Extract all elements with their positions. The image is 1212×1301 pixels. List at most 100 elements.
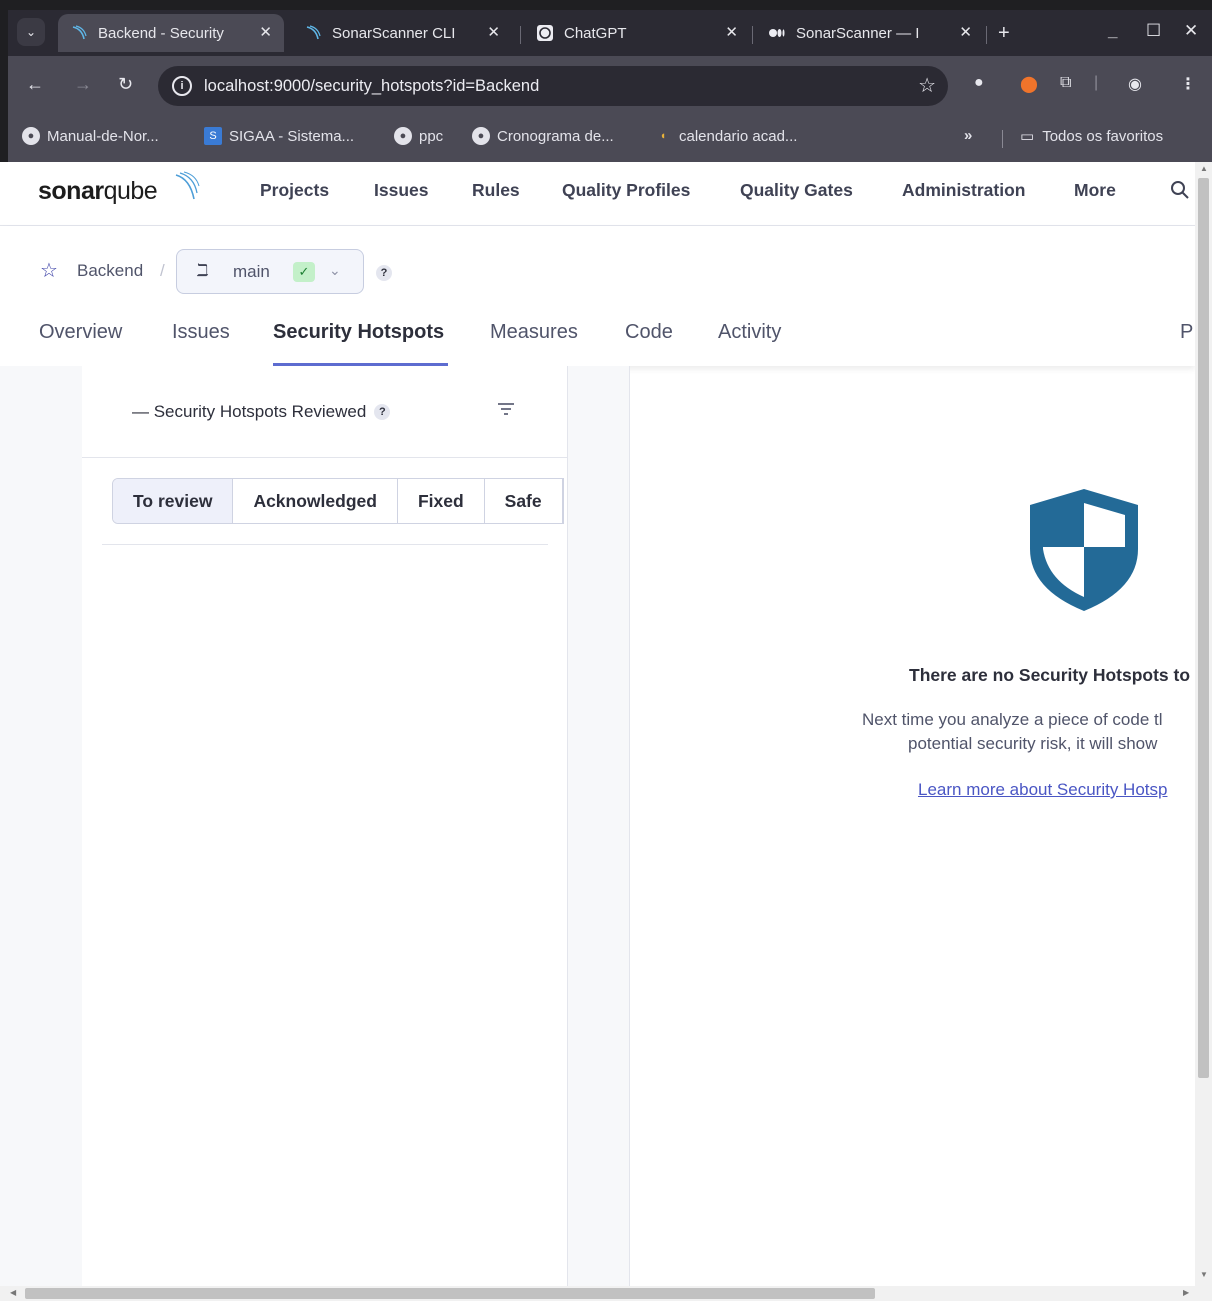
vertical-scroll-thumb[interactable]: [1198, 178, 1209, 1078]
filter-icon[interactable]: [496, 400, 516, 423]
sonar-waves-icon: [175, 171, 200, 200]
global-navigation: sonarqube Projects Issues Rules Quality …: [0, 162, 1195, 226]
extensions-puzzle-icon[interactable]: ⧉: [1060, 74, 1071, 92]
search-icon[interactable]: [1170, 180, 1190, 206]
scroll-up-arrow-icon[interactable]: ▲: [1200, 164, 1208, 173]
learn-more-link[interactable]: Learn more about Security Hotsp: [918, 780, 1167, 800]
tab-separator: [752, 26, 753, 44]
horizontal-scrollbar[interactable]: ◀ ▶: [0, 1286, 1212, 1301]
bookmark-star-icon[interactable]: ☆: [918, 73, 936, 98]
panel-gap: [568, 366, 630, 1286]
branch-selector[interactable]: ℶ main ✓ ⌄: [176, 249, 364, 294]
browser-menu-icon[interactable]: ⋮: [1180, 74, 1196, 94]
sonarqube-icon: [70, 24, 88, 42]
sigaa-icon: S: [204, 127, 222, 145]
divider: [82, 457, 568, 458]
browser-chrome: ⌄ Backend - Security ✕ SonarScanner CLI …: [0, 0, 1212, 162]
tab-separator: [520, 26, 521, 44]
filter-safe-button[interactable]: Safe: [484, 479, 563, 523]
favorite-star-icon[interactable]: ☆: [40, 258, 58, 283]
branch-icon: ℶ: [197, 261, 209, 280]
chatgpt-icon: [536, 24, 554, 42]
filter-to-review-button[interactable]: To review: [113, 479, 234, 523]
nav-quality-gates[interactable]: Quality Gates: [740, 180, 853, 201]
close-icon[interactable]: ✕: [725, 23, 738, 41]
window-close-icon[interactable]: ✕: [1184, 21, 1198, 41]
empty-state-description: Next time you analyze a piece of code tl: [862, 710, 1163, 729]
new-tab-button[interactable]: +: [998, 22, 1010, 45]
reload-icon[interactable]: ↻: [118, 74, 133, 95]
close-icon[interactable]: ✕: [259, 23, 272, 41]
tab-strip: ⌄ Backend - Security ✕ SonarScanner CLI …: [8, 10, 1212, 56]
chevron-down-icon: ⌄: [329, 262, 341, 278]
nav-rules[interactable]: Rules: [472, 180, 520, 201]
nav-projects[interactable]: Projects: [260, 180, 329, 201]
nav-issues[interactable]: Issues: [374, 180, 428, 201]
tab-separator: [986, 26, 987, 44]
scroll-down-arrow-icon[interactable]: ▼: [1200, 1270, 1208, 1279]
quality-gate-passed-icon: ✓: [293, 262, 315, 282]
tab-chatgpt[interactable]: ChatGPT ✕: [524, 14, 750, 52]
site-info-icon[interactable]: i: [172, 76, 192, 96]
help-icon[interactable]: ?: [376, 265, 392, 281]
bookmarks-overflow-button[interactable]: »: [964, 127, 972, 144]
nav-quality-profiles[interactable]: Quality Profiles: [562, 180, 690, 201]
tab-issues[interactable]: Issues: [172, 321, 230, 344]
tab-sonarscanner-medium[interactable]: SonarScanner — I ✕: [756, 14, 984, 52]
breadcrumb-separator: /: [160, 261, 165, 280]
minimize-icon[interactable]: _: [1108, 21, 1117, 41]
rainbow-icon: ◖: [659, 130, 667, 142]
bookmark-calendario[interactable]: ◖ calendario acad...: [654, 127, 798, 145]
tab-overview[interactable]: Overview: [39, 321, 122, 344]
hotspots-list-panel: — Security Hotspots Reviewed ? To review…: [82, 366, 568, 1286]
scroll-left-arrow-icon[interactable]: ◀: [10, 1288, 16, 1297]
extension-circle-icon[interactable]: ●: [974, 74, 984, 92]
tab-project-settings-clipped[interactable]: P: [1180, 321, 1193, 344]
address-bar[interactable]: i localhost:9000/security_hotspots?id=Ba…: [158, 66, 948, 106]
bookmark-sigaa[interactable]: S SIGAA - Sistema...: [204, 127, 354, 145]
status-filter-group: To review Acknowledged Fixed Safe: [112, 478, 564, 524]
bookmarks-bar: ● Manual-de-Nor... S SIGAA - Sistema... …: [8, 114, 1212, 162]
vertical-scrollbar[interactable]: ▲ ▼: [1195, 162, 1212, 1286]
sonarqube-icon: [304, 24, 322, 42]
empty-state-title: There are no Security Hotspots to: [909, 665, 1191, 685]
bookmark-cronograma[interactable]: ● Cronograma de...: [472, 127, 614, 145]
globe-icon: ●: [22, 127, 40, 145]
profile-avatar[interactable]: ◉: [1128, 74, 1142, 94]
close-icon[interactable]: ✕: [487, 23, 500, 41]
extension-orange-icon[interactable]: ⬤: [1020, 74, 1038, 94]
tab-search-button[interactable]: ⌄: [17, 18, 45, 46]
tab-activity[interactable]: Activity: [718, 321, 781, 344]
all-bookmarks-folder[interactable]: ▭ Todos os favoritos: [1020, 127, 1163, 146]
back-arrow-icon[interactable]: ←: [26, 74, 44, 95]
filter-fixed-button[interactable]: Fixed: [397, 479, 485, 523]
tab-code[interactable]: Code: [625, 321, 673, 344]
scroll-right-arrow-icon[interactable]: ▶: [1183, 1288, 1189, 1297]
filter-acknowledged-button[interactable]: Acknowledged: [233, 479, 398, 523]
globe-icon: ●: [394, 127, 412, 145]
forward-arrow-icon[interactable]: →: [74, 74, 92, 95]
nav-administration[interactable]: Administration: [902, 180, 1025, 201]
nav-more[interactable]: More: [1074, 180, 1116, 201]
project-header: ☆ Backend / ℶ main ✓ ⌄ ? Overview Issues…: [0, 226, 1195, 366]
bookmark-ppc[interactable]: ● ppc: [394, 127, 443, 145]
tab-sonarscanner-cli[interactable]: SonarScanner CLI ✕: [292, 14, 512, 52]
url-text[interactable]: localhost:9000/security_hotspots?id=Back…: [204, 77, 539, 96]
browser-toolbar: ← → ↻ i localhost:9000/security_hotspots…: [8, 56, 1212, 114]
hotspots-reviewed-label: — Security Hotspots Reviewed ?: [132, 402, 391, 422]
maximize-icon[interactable]: ☐: [1146, 21, 1161, 41]
tab-measures[interactable]: Measures: [490, 321, 578, 344]
medium-icon: [768, 24, 786, 42]
close-icon[interactable]: ✕: [959, 23, 972, 41]
tab-backend-security[interactable]: Backend - Security ✕: [58, 14, 284, 52]
bookmarks-divider: [1002, 130, 1003, 148]
horizontal-scroll-thumb[interactable]: [25, 1288, 875, 1299]
divider: [102, 544, 548, 545]
help-icon[interactable]: ?: [374, 404, 391, 420]
sonarqube-logo[interactable]: sonarqube: [38, 171, 200, 206]
project-breadcrumb[interactable]: Backend: [77, 261, 143, 281]
globe-icon: ●: [472, 127, 490, 145]
shield-icon: [1030, 489, 1138, 611]
tab-security-hotspots[interactable]: Security Hotspots: [273, 321, 444, 344]
bookmark-manual[interactable]: ● Manual-de-Nor...: [22, 127, 159, 145]
